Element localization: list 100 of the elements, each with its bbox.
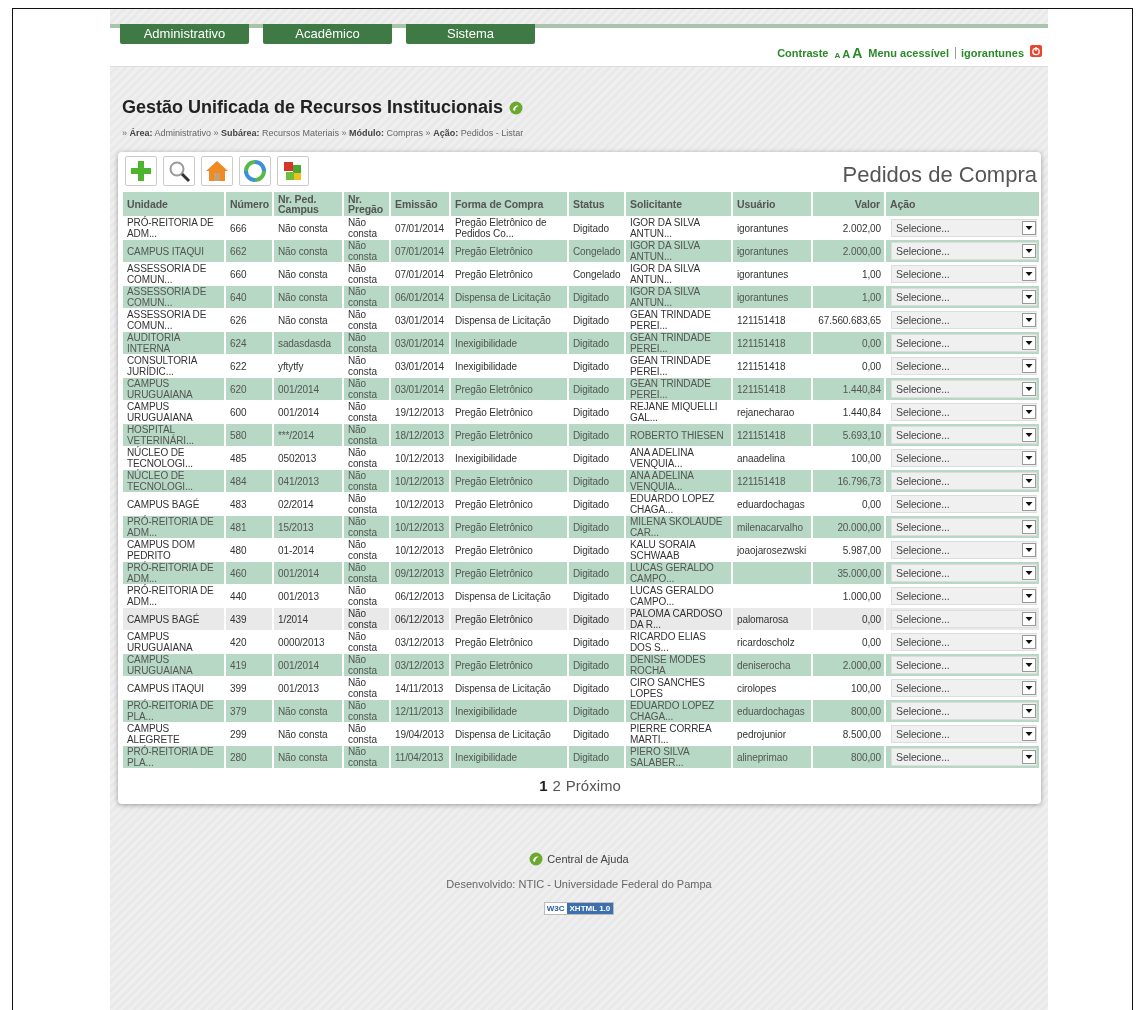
action-dropdown[interactable]: Selecione... [891, 587, 1037, 605]
next-page-link[interactable]: Próximo [565, 777, 621, 794]
table-cell-text: Não consta [347, 355, 378, 377]
search-button[interactable] [163, 156, 195, 186]
home-button[interactable] [201, 156, 233, 186]
caret-icon [1022, 612, 1036, 626]
table-row[interactable]: ASSESSORIA DE COMUN... 640 Não consta Não consta 06/01/2014 Dispensa de Licitação Digitado IGOR DA SILVA ANTUN... igorantunes 1,00 Selecione... [123, 286, 1037, 309]
action-dropdown[interactable]: Selecione... [891, 702, 1037, 720]
table-cell-text: Digitado [572, 589, 610, 604]
table-cell-text: CAMPUS BAGÉ [126, 497, 201, 512]
table-cell-text: 07/01/2014 [394, 221, 446, 236]
table-cell: 10/12/2013 [391, 516, 449, 538]
table-cell-text: 14/11/2013 [394, 681, 445, 696]
action-dropdown[interactable]: Selecione... [891, 311, 1037, 329]
nav-tab[interactable]: Administrativo [120, 24, 249, 44]
action-dropdown[interactable]: Selecione... [891, 472, 1037, 490]
action-dropdown[interactable]: Selecione... [891, 541, 1037, 559]
table-cell: 620 [226, 378, 272, 400]
table-cell-text: 001/2014 [277, 405, 320, 420]
table-cell-text: eduardochagas [736, 497, 806, 512]
table-cell-text: 8.500,00 [841, 727, 882, 742]
table-row[interactable]: PRÓ-REITORIA DE PLA... 379 Não consta Não consta 12/11/2013 Inexigibilidade Digitado EDUARDO LOPEZ CHAGA... eduardochagas 800,00 Selecione... [123, 700, 1037, 723]
table-cell: Não consta [274, 746, 342, 768]
action-dropdown[interactable]: Selecione... [891, 265, 1037, 283]
table-cell: CAMPUS ITAQUI [123, 240, 224, 262]
table-row[interactable]: HOSPITAL VETERINÁRI... 580 ***/2014 Não consta 18/12/2013 Pregão Eletrônico Digitado ROBERTO THIESEN 121151418 5.693,10 Selecione... [123, 424, 1037, 447]
table-cell: IGOR DA SILVA ANTUN... [626, 240, 731, 262]
column-header: Status [569, 192, 624, 216]
table-row[interactable]: CAMPUS BAGÉ 439 1/2014 Não consta 06/12/2013 Pregão Eletrônico Digitado PALOMA CARDOSO DA R... palomarosa 0,00 Selecione... [123, 608, 1037, 631]
table-row[interactable]: PRÓ-REITORIA DE ADM... 460 001/2014 Não consta 09/12/2013 Pregão Eletrônico Digitado LUCAS GERALDO CAMPO... 35.000,00 Selecione... [123, 562, 1037, 585]
contrast-link[interactable]: Contraste [777, 47, 829, 59]
action-dropdown[interactable]: Selecione... [891, 564, 1037, 582]
power-icon[interactable] [1030, 45, 1042, 57]
add-button[interactable] [125, 156, 157, 186]
action-dropdown[interactable]: Selecione... [891, 518, 1037, 536]
page-link[interactable]: 1 [539, 777, 548, 794]
nav-tab[interactable]: Sistema [406, 24, 535, 44]
table-cell-text: ricardoscholz [736, 635, 796, 650]
table-cell-text: 03/01/2014 [394, 359, 446, 374]
table-cell-text: CAMPUS DOM PEDRITO [126, 539, 196, 561]
app-title: Gestão Unificada de Recursos Institucionais [122, 97, 504, 118]
table-cell-text: PIERRE CORREA MARTI... [629, 723, 713, 745]
table-row[interactable]: PRÓ-REITORIA DE ADM... 481 15/2013 Não consta 10/12/2013 Pregão Eletrônico Digitado MILENA SKOLAUDE CAR... milenacarvalho 20.000,00 Selecione... [123, 516, 1037, 539]
accessible-menu-link[interactable]: Menu acessível [868, 47, 950, 59]
action-dropdown[interactable]: Selecione... [891, 748, 1037, 766]
puzzle-button[interactable] [277, 156, 309, 186]
table-row[interactable]: CAMPUS URUGUAIANA 419 001/2014 Não consta 03/12/2013 Pregão Eletrônico Digitado DENISE MODES ROCHA deniserocha 2.000,00 Selecione... [123, 654, 1037, 677]
table-cell: milenacarvalho [733, 516, 811, 538]
table-cell: igorantunes [733, 286, 811, 308]
action-dropdown[interactable]: Selecione... [891, 403, 1037, 421]
table-cell: PRÓ-REITORIA DE ADM... [123, 562, 224, 584]
table-cell-text: 01-2014 [277, 543, 315, 558]
table-cell-text: Não consta [347, 493, 378, 515]
refresh-button[interactable] [239, 156, 271, 186]
action-dropdown[interactable]: Selecione... [891, 288, 1037, 306]
table-cell-text: Não consta [347, 631, 378, 653]
table-cell: 35.000,00 [813, 562, 884, 584]
caret-icon [1022, 750, 1036, 764]
table-cell-text: CIRO SANCHES LOPES [629, 677, 706, 699]
xhtml-badge[interactable]: W3C XHTML 1.0 [543, 902, 615, 915]
action-dropdown[interactable]: Selecione... [891, 656, 1037, 674]
table-cell-text: Não consta [347, 539, 378, 561]
table-cell: PRÓ-REITORIA DE PLA... [123, 746, 224, 768]
table-cell-text: CAMPUS URUGUAIANA [126, 401, 194, 423]
user-link[interactable]: igorantunes [955, 47, 1024, 59]
action-dropdown[interactable]: Selecione... [891, 633, 1037, 651]
table-cell-text: ASSESSORIA DE COMUN... [126, 263, 208, 285]
action-dropdown[interactable]: Selecione... [891, 679, 1037, 697]
action-dropdown[interactable]: Selecione... [891, 449, 1037, 467]
action-dropdown[interactable]: Selecione... [891, 725, 1037, 743]
action-dropdown[interactable]: Selecione... [891, 380, 1037, 398]
action-dropdown[interactable]: Selecione... [891, 426, 1037, 444]
action-dropdown[interactable]: Selecione... [891, 610, 1037, 628]
table-cell-text: Pregão Eletrônico [454, 267, 534, 282]
action-dropdown[interactable]: Selecione... [891, 334, 1037, 352]
action-dropdown[interactable]: Selecione... [891, 357, 1037, 375]
table-row[interactable]: CAMPUS URUGUAIANA 620 001/2014 Não consta 03/01/2014 Pregão Eletrônico Digitado GEAN TRINDADE PEREI... 121151418 1.440,84 Selecione... [123, 378, 1037, 401]
help-link[interactable]: Central de Ajuda [547, 853, 629, 865]
nav-tab[interactable]: Acadêmico [263, 24, 392, 44]
page-link[interactable]: 2 [552, 777, 561, 794]
table-cell-text: anaadelina [736, 451, 786, 466]
font-size-link[interactable]: A [834, 51, 841, 60]
font-size-link[interactable]: A [852, 45, 863, 61]
font-size-link[interactable]: A [842, 48, 851, 60]
table-cell-text: Digitado [572, 681, 610, 696]
table-cell: Digitado [569, 470, 624, 492]
table-row[interactable]: PRÓ-REITORIA DE PLA... 280 Não consta Não consta 11/04/2013 Inexigibilidade Digitado PIERO SILVA SALABER... alineprimao 800,00 Selecione... [123, 746, 1037, 769]
table-cell-text: REJANE MIQUELLI GAL... [629, 401, 719, 423]
table-cell: Congelado [569, 240, 624, 262]
action-dropdown[interactable]: Selecione... [891, 242, 1037, 260]
table-cell: Não consta [344, 240, 389, 262]
table-cell-text: 19/12/2013 [394, 405, 446, 420]
action-dropdown[interactable]: Selecione... [891, 219, 1037, 237]
table-cell-text: 600 [229, 405, 248, 420]
table-cell: Digitado [569, 516, 624, 538]
table-cell-text: Dispensa de Licitação [454, 313, 552, 328]
table-cell-text: GEAN TRINDADE PEREI... [629, 309, 712, 331]
table-row[interactable]: NÚCLEO DE TECNOLOGI... 484 041/2013 Não consta 10/12/2013 Pregão Eletrônico Digitado ANA ADELINA VENQUIA... 121151418 16.796,73 Selecione... [123, 470, 1037, 493]
action-dropdown[interactable]: Selecione... [891, 495, 1037, 513]
table-row[interactable]: AUDITORIA INTERNA 624 sadasdasda Não consta 03/01/2014 Inexigibilidade Digitado GEAN TRINDADE PEREI... 121151418 0,00 Selecione... [123, 332, 1037, 355]
